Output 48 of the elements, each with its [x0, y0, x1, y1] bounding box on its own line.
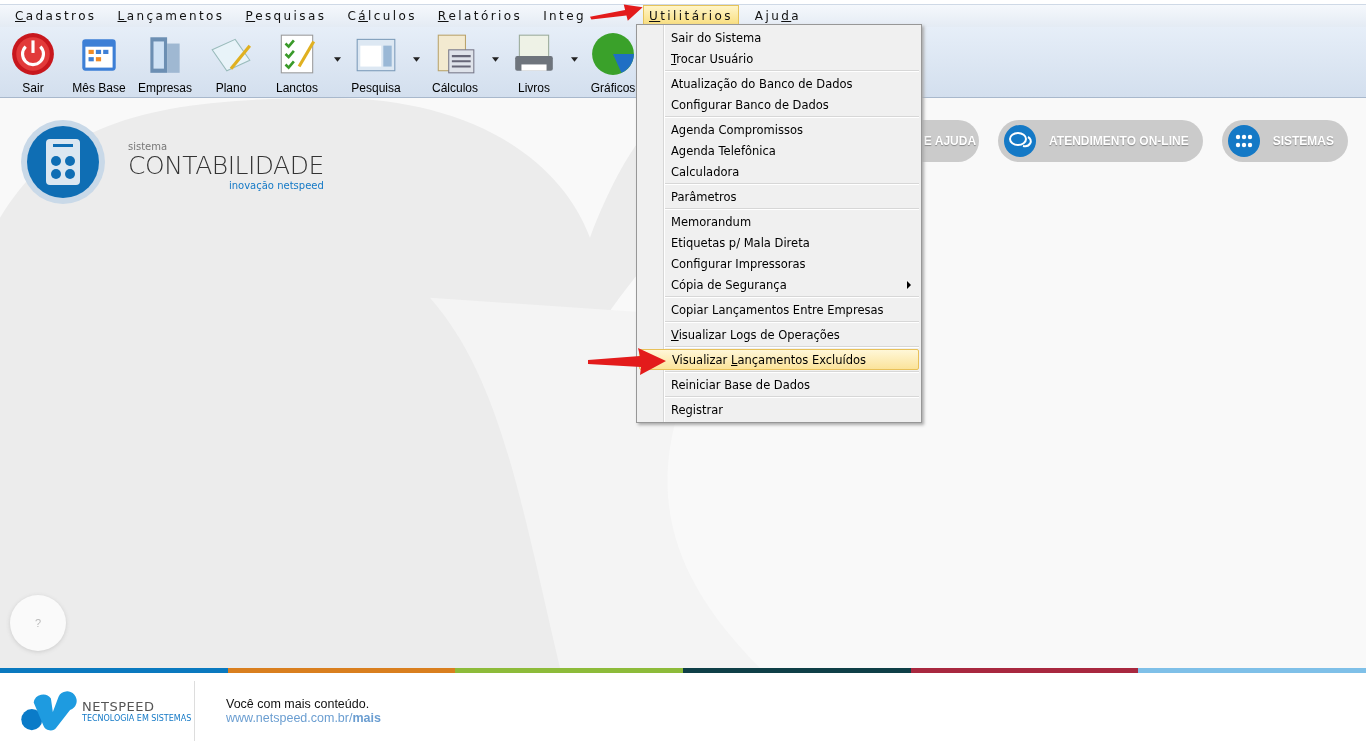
menu-item[interactable]: Memorandum: [639, 211, 919, 232]
menu-item[interactable]: Reiniciar Base de Dados: [639, 374, 919, 395]
toolbar-button[interactable]: Mês Base: [66, 27, 132, 97]
menu-item[interactable]: Visualizar Lançamentos Excluídos: [639, 349, 919, 370]
pie-chart-icon: [590, 31, 636, 77]
menu-item[interactable]: Copiar Lançamentos Entre Empresas: [639, 299, 919, 320]
brand-logo-icon: [20, 689, 78, 733]
footer-message: Você com mais conteúdo.: [226, 697, 371, 711]
power-icon: [10, 31, 56, 77]
menu-item[interactable]: Sair do Sistema: [639, 27, 919, 48]
grid-icon: [1227, 125, 1260, 157]
caret-icon[interactable]: [571, 57, 578, 62]
menu-item[interactable]: Aju d a: [749, 5, 806, 27]
chat-icon: [1004, 125, 1037, 157]
menu-item[interactable]: Trocar Usuário: [639, 48, 919, 69]
menu-item[interactable]: Etiquetas p/ Mala Direta: [639, 232, 919, 253]
menu-item[interactable]: Parâmetros: [639, 186, 919, 207]
menu-item[interactable]: Agenda Compromissos: [639, 119, 919, 140]
menu-item[interactable]: Visualizar Logs de Operações: [639, 324, 919, 345]
logo-tagline: inovação netspeed: [228, 180, 324, 191]
brand-name: NETSPEED: [82, 699, 156, 714]
toolbar-button[interactable]: Sair: [0, 27, 66, 97]
menu-item[interactable]: P esquisas: [240, 5, 332, 27]
menu-item[interactable]: Atualização do Banco de Dados: [639, 73, 919, 94]
toolbar-button[interactable]: Empresas: [132, 27, 198, 97]
menu-item[interactable]: Configurar Banco de Dados: [639, 94, 919, 115]
menu-item[interactable]: Relatórios: [432, 5, 528, 27]
toolbar-button[interactable]: Cálculos: [422, 27, 488, 97]
menu-item[interactable]: Utilitários: [643, 5, 739, 27]
toolbar-button[interactable]: Pesquisa: [343, 27, 409, 97]
menu-item[interactable]: C á lculos: [342, 5, 422, 27]
caret-icon[interactable]: [413, 57, 420, 62]
menu-item[interactable]: Integ: [538, 5, 592, 27]
menu-item[interactable]: Agenda Telefônica: [639, 140, 919, 161]
toolbar-button[interactable]: Livros: [501, 27, 567, 97]
toolbar-button[interactable]: Lanctos: [264, 27, 330, 97]
caret-icon[interactable]: [492, 57, 499, 62]
logo-title: CONTABILIDADE: [128, 152, 324, 180]
logo-kicker: sistema: [128, 141, 169, 152]
caret-icon[interactable]: [334, 57, 341, 62]
menu-item[interactable]: Lançamentos: [112, 5, 230, 27]
brand-tagline: TECNOLOGIA EM SISTEMAS: [82, 714, 192, 723]
menu-item[interactable]: Cópia de Segurança: [639, 274, 919, 295]
menu-item[interactable]: Calculadora: [639, 161, 919, 182]
toolbar-button[interactable]: Plano: [198, 27, 264, 97]
menu-item[interactable]: Registrar: [639, 399, 919, 420]
menu-item[interactable]: Cadastros: [10, 5, 102, 27]
menu-item[interactable]: Configurar Impressoras: [639, 253, 919, 274]
